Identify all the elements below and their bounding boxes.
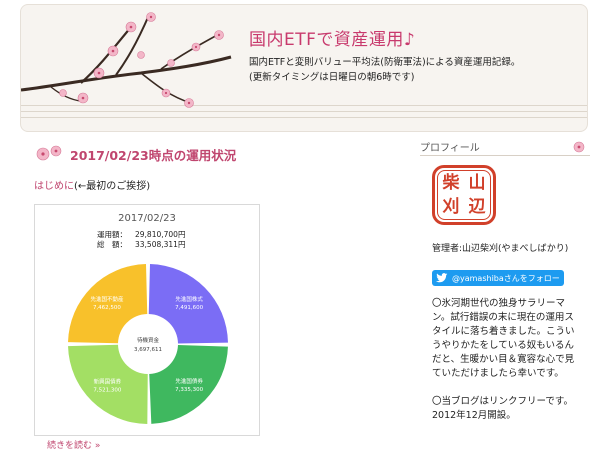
read-more-link[interactable]: 続きを読む » — [47, 438, 100, 450]
slice-value-label: 7,491,600 — [175, 305, 203, 311]
site-description-line: (更新タイミングは日曜日の朝6時です) — [249, 72, 415, 83]
seal-char: 柴 — [442, 173, 460, 193]
summary-row: 総 額： 33,508,311円 — [97, 240, 185, 250]
chart-title: 2017/02/23 — [118, 213, 176, 224]
seal-char: 刈 — [442, 197, 460, 217]
slice-category-label: 先進国不動産 — [90, 295, 124, 303]
slice-value-label: 7,521,300 — [93, 387, 121, 393]
center-label: 待機資金 — [137, 336, 160, 344]
site-description: 国内ETFと変則バリュー平均法(防衛軍法)による資産運用記録。 (更新タイミング… — [249, 55, 587, 85]
portfolio-pie-chart: 2017/02/23 運用額： 29,810,700円 総 額： 33,508,31… — [34, 204, 260, 436]
profile-paragraph: 〇氷河期世代の独身サラリーマン。試行錯誤の末に現在の運用スタイルに落ち着きました… — [432, 298, 575, 379]
name-seal-logo: 柴 山 刈 辺 — [432, 165, 496, 225]
chart-summary: 運用額： 29,810,700円 総 額： 33,508,311円 — [97, 230, 185, 250]
twitter-bird-icon — [436, 273, 448, 283]
summary-row: 運用額： 29,810,700円 — [97, 230, 185, 240]
slice-category-label: 先進国株式 — [175, 295, 203, 303]
site-header: 国内ETFで資産運用♪ 国内ETFと変則バリュー平均法(防衛軍法)による資産運用… — [20, 4, 588, 132]
admin-name: 管理者:山辺柴刈(やまべしばかり) — [432, 244, 569, 254]
plum-blossom-icon — [573, 141, 585, 152]
summary-label: 総 額： — [97, 240, 127, 249]
plum-branch-illustration — [21, 12, 232, 108]
plum-blossom-icon — [36, 145, 62, 161]
seal-char: 山 — [468, 173, 486, 193]
center-value: 3,697,611 — [134, 347, 162, 353]
intro-line: はじめに(←最初のご挨拶) — [34, 177, 150, 192]
summary-value: 29,810,700円 — [135, 230, 186, 239]
seal-char: 辺 — [468, 197, 486, 217]
intro-note: (←最初のご挨拶) — [74, 181, 151, 192]
slice-category-label: 新興国債券 — [94, 377, 122, 385]
post-title[interactable]: 2017/02/23時点の運用状況 — [70, 145, 236, 164]
post-heading: 2017/02/23時点の運用状況 — [34, 143, 236, 165]
seal-inner: 柴 山 刈 辺 — [437, 170, 491, 220]
profile-text: 〇氷河期世代の独身サラリーマン。試行錯誤の末に現在の運用スタイルに落ち着きました… — [432, 297, 582, 437]
site-description-line: 国内ETFと変則バリュー平均法(防衛軍法)による資産運用記録。 — [249, 57, 521, 68]
slice-category-label: 先進国債券 — [175, 377, 203, 385]
twitter-follow-button[interactable]: @yamashibaさんをフォロー — [432, 270, 564, 286]
site-title[interactable]: 国内ETFで資産運用♪ — [249, 25, 415, 50]
pie-svg: 先進国株式 7,491,600 先進国債券 7,335,300 新興国債券 7,521,3… — [68, 264, 228, 424]
slice-value-label: 7,335,300 — [175, 387, 203, 393]
profile-paragraph: 〇当ブログはリンクフリーです。2012年12月開設。 — [432, 396, 573, 421]
sidebar-heading-text: プロフィール — [420, 143, 480, 154]
twitter-follow-label: @yamashibaさんをフォロー — [452, 273, 560, 283]
pie-center — [120, 316, 176, 372]
slice-value-label: 7,462,500 — [93, 305, 121, 311]
summary-value: 33,508,311円 — [135, 240, 186, 249]
sidebar-heading: プロフィール — [420, 138, 590, 156]
intro-link[interactable]: はじめに — [34, 181, 74, 192]
summary-label: 運用額： — [97, 230, 127, 239]
